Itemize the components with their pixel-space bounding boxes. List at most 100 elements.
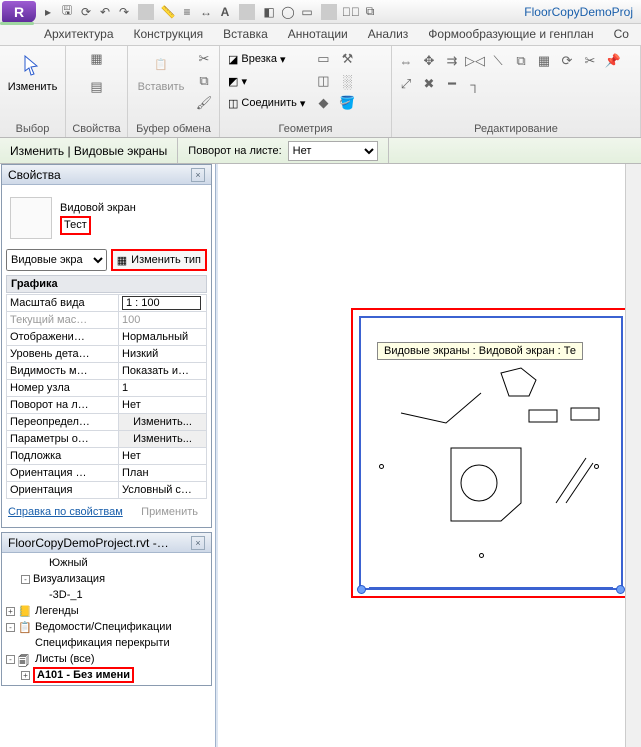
array-icon[interactable]: ▦ [534, 51, 554, 71]
ribbon: Изменить Выбор ▦ ▤ Свойства 📋Вставить ✂ … [0, 46, 641, 138]
hl-icon[interactable]: ░ [337, 71, 357, 91]
dim-icon[interactable]: ↔ [198, 4, 214, 20]
scale-icon[interactable]: ⤢ [396, 74, 416, 94]
row-orient: ОриентацияУсловный с… [7, 482, 207, 499]
text-icon[interactable]: A [217, 4, 233, 20]
extend-icon[interactable]: ━ [442, 74, 462, 94]
props-help-link[interactable]: Справка по свойствам [8, 506, 123, 518]
drawing-canvas[interactable]: Видовые экраны : Видовой экран : Те [215, 164, 641, 747]
split-face-icon[interactable]: ◆ [313, 93, 333, 113]
sheet-a101[interactable]: А101 - Без имени [33, 667, 134, 683]
tab-annotate[interactable]: Аннотации [278, 24, 358, 45]
row-rot: Поворот на л…Нет [7, 397, 207, 414]
copy-tool-icon[interactable]: ⧉ [511, 51, 531, 71]
match-icon[interactable]: 🖌 [194, 93, 214, 113]
tab-massing[interactable]: Формообразующие и генплан [418, 24, 603, 45]
row-underlay-orient: Ориентация …План [7, 465, 207, 482]
properties-table: Масштаб вида1 : 100 Текущий мас…100 Отоб… [6, 294, 207, 499]
apply-button[interactable]: Применить [134, 503, 205, 521]
save-icon[interactable]: 🖫 [59, 4, 75, 20]
group-select: Выбор [4, 121, 61, 137]
group-clipboard: Буфер обмена [132, 121, 215, 137]
row-params: Параметры о…Изменить... [7, 431, 207, 448]
redo-icon[interactable]: ↷ [116, 4, 132, 20]
pin-icon[interactable]: 📌 [603, 51, 623, 71]
dot-shape [479, 553, 484, 558]
demo-icon[interactable]: ⚒ [337, 49, 357, 69]
mirror-icon[interactable]: ▷◁ [465, 51, 485, 71]
properties-title: Свойства [8, 168, 61, 182]
row-detail: Уровень дета…Низкий [7, 346, 207, 363]
opt-rotation-select[interactable]: Нет [288, 141, 378, 161]
cope-button[interactable]: ◪ Врезка ▾ [224, 49, 309, 69]
offset-icon[interactable]: ⇉ [442, 51, 462, 71]
window-title: FloorCopyDemoProj [518, 5, 639, 19]
tab-architecture[interactable]: Архитектура [34, 24, 124, 45]
cut-geom-button[interactable]: ◩ ▾ [224, 71, 309, 91]
dot-shape [594, 464, 599, 469]
tab-collab[interactable]: Со [604, 24, 639, 45]
viewport-grip[interactable] [616, 585, 625, 594]
viewport-selection[interactable]: Видовые экраны : Видовой экран : Те [351, 308, 631, 598]
viewport-frame[interactable]: Видовые экраны : Видовой экран : Те [359, 316, 623, 590]
viewport-grip[interactable] [357, 585, 366, 594]
legends-icon: 📒 [18, 605, 32, 617]
view-south[interactable]: Южный [49, 557, 88, 569]
view-3d[interactable]: -3D-_1 [49, 589, 83, 601]
edit-type-icon: ▦ [117, 254, 127, 267]
vertical-scrollbar[interactable] [625, 164, 641, 747]
3d-icon[interactable]: ◧ [261, 4, 277, 20]
node-legends[interactable]: Легенды [35, 605, 79, 617]
section-icon[interactable]: ◯ [280, 4, 296, 20]
open-icon[interactable]: ▸ [40, 4, 56, 20]
type-name: Тест [60, 216, 91, 235]
element-category-select[interactable]: Видовые экра [6, 249, 107, 271]
node-sheets[interactable]: Листы (все) [35, 653, 95, 665]
schedules-icon: 📋 [18, 621, 32, 633]
tab-analysis[interactable]: Анализ [358, 24, 419, 45]
wall-open-icon[interactable]: ▭ [313, 49, 333, 69]
viewport-title-line [369, 587, 613, 590]
sync-icon[interactable]: ⟳ [78, 4, 94, 20]
row-visibility: Видимость м…Показать и… [7, 363, 207, 380]
browser-close-icon[interactable]: × [191, 536, 205, 550]
app-menu-button[interactable]: R [2, 1, 36, 23]
tab-insert[interactable]: Вставка [213, 24, 278, 45]
node-viz[interactable]: Визуализация [33, 573, 105, 585]
type-props-icon[interactable]: ▦ [87, 49, 107, 69]
modify-button[interactable]: Изменить [4, 49, 61, 93]
node-schedules[interactable]: Ведомости/Спецификации [35, 621, 172, 633]
props-panel-icon[interactable]: ▤ [87, 77, 107, 97]
copy-icon[interactable]: ⧉ [194, 71, 214, 91]
split-icon[interactable]: ✂ [580, 51, 600, 71]
join-button[interactable]: ◫ Соединить ▾ [224, 93, 309, 113]
align-icon[interactable]: ≡ [179, 4, 195, 20]
rotate-icon[interactable]: ⟳ [557, 51, 577, 71]
row-underlay: ПодложкаНет [7, 448, 207, 465]
type-thumbnail [10, 197, 52, 239]
move-icon[interactable]: ✥ [419, 51, 439, 71]
corner-icon[interactable]: ┐ [465, 74, 485, 94]
row-node: Номер узла1 [7, 380, 207, 397]
switch-icon[interactable]: ⧉ [362, 4, 378, 20]
paste-button[interactable]: 📋Вставить [132, 49, 190, 93]
schedule-1[interactable]: Спецификация перекрыти [35, 637, 170, 649]
close-hidden-icon[interactable]: �⃠ [343, 4, 359, 20]
delete-icon[interactable]: ✖ [419, 74, 439, 94]
properties-panel: Свойства × Видовой экран Тест Видовые эк… [1, 164, 212, 528]
align-tool-icon[interactable]: ⇔ [396, 51, 416, 71]
sheets-icon: 🗐 [18, 653, 32, 665]
edit-type-button[interactable]: ▦ Изменить тип [111, 249, 207, 271]
callout-icon[interactable]: ▭ [299, 4, 315, 20]
beam-join-icon[interactable]: ◫ [313, 71, 333, 91]
cut-icon[interactable]: ✂ [194, 49, 214, 69]
properties-close-icon[interactable]: × [191, 168, 205, 182]
drawing-content [361, 318, 621, 588]
measure-icon[interactable]: 📏 [160, 4, 176, 20]
trim-icon[interactable]: ⟍ [488, 51, 508, 71]
undo-icon[interactable]: ↶ [97, 4, 113, 20]
prop-category: Графика [6, 275, 207, 293]
paint-icon[interactable]: 🪣 [337, 93, 357, 113]
row-override: Переопредел…Изменить... [7, 414, 207, 431]
tab-structure[interactable]: Конструкция [124, 24, 214, 45]
